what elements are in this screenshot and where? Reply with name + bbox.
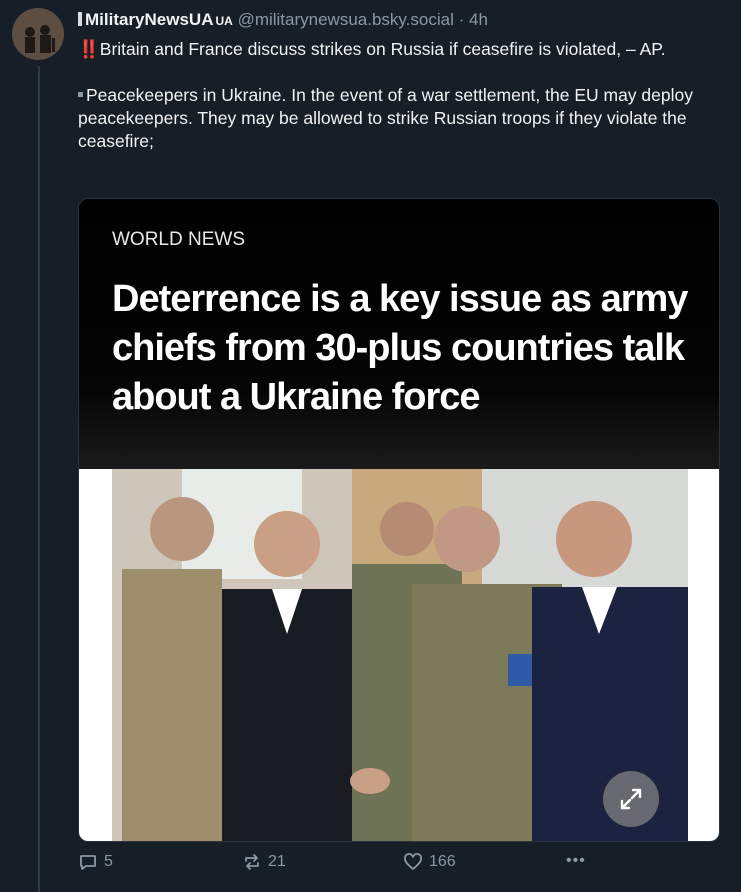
expand-button[interactable] <box>603 771 659 827</box>
expand-icon <box>620 788 642 810</box>
author-name[interactable]: MilitaryNewsUA <box>85 10 213 29</box>
like-button[interactable]: 166 <box>403 852 456 872</box>
separator: · <box>458 10 465 29</box>
embedded-image-card[interactable]: WORLD NEWS Deterrence is a key issue as … <box>78 198 720 842</box>
post-actions: 5 21 166 ••• <box>78 852 718 876</box>
news-photo-image <box>112 469 688 841</box>
avatar[interactable] <box>12 8 64 60</box>
post-header: MilitaryNewsUA UA @militarynewsua.bsky.so… <box>78 10 488 31</box>
more-icon: ••• <box>566 852 586 869</box>
author-suffix: UA <box>215 14 233 28</box>
reply-icon <box>80 855 96 870</box>
avatar-image <box>12 8 64 60</box>
post-text: ‼️Britain and France discuss strikes on … <box>78 38 718 153</box>
reply-count: 5 <box>104 853 113 870</box>
post-text-line1: Britain and France discuss strikes on Ru… <box>99 39 666 59</box>
repost-icon <box>245 854 259 870</box>
author-handle[interactable]: @militarynewsua.bsky.social <box>238 10 454 29</box>
more-button[interactable]: ••• <box>566 852 586 870</box>
card-header: WORLD NEWS Deterrence is a key issue as … <box>79 199 719 469</box>
like-count: 166 <box>429 853 456 870</box>
bullet-icon <box>78 92 83 97</box>
timestamp[interactable]: 4h <box>469 10 488 29</box>
alert-marker: ‼️ <box>78 39 100 59</box>
like-icon <box>404 853 422 870</box>
repost-count: 21 <box>268 853 286 870</box>
repost-button[interactable]: 21 <box>242 852 286 872</box>
post-text-line2: Peacekeepers in Ukraine. In the event of… <box>78 85 693 151</box>
flag-icon <box>78 12 82 26</box>
card-headline: Deterrence is a key issue as army chiefs… <box>112 278 688 418</box>
card-kicker: WORLD NEWS <box>112 229 245 250</box>
thread-line <box>38 66 40 892</box>
reply-button[interactable]: 5 <box>78 852 113 872</box>
